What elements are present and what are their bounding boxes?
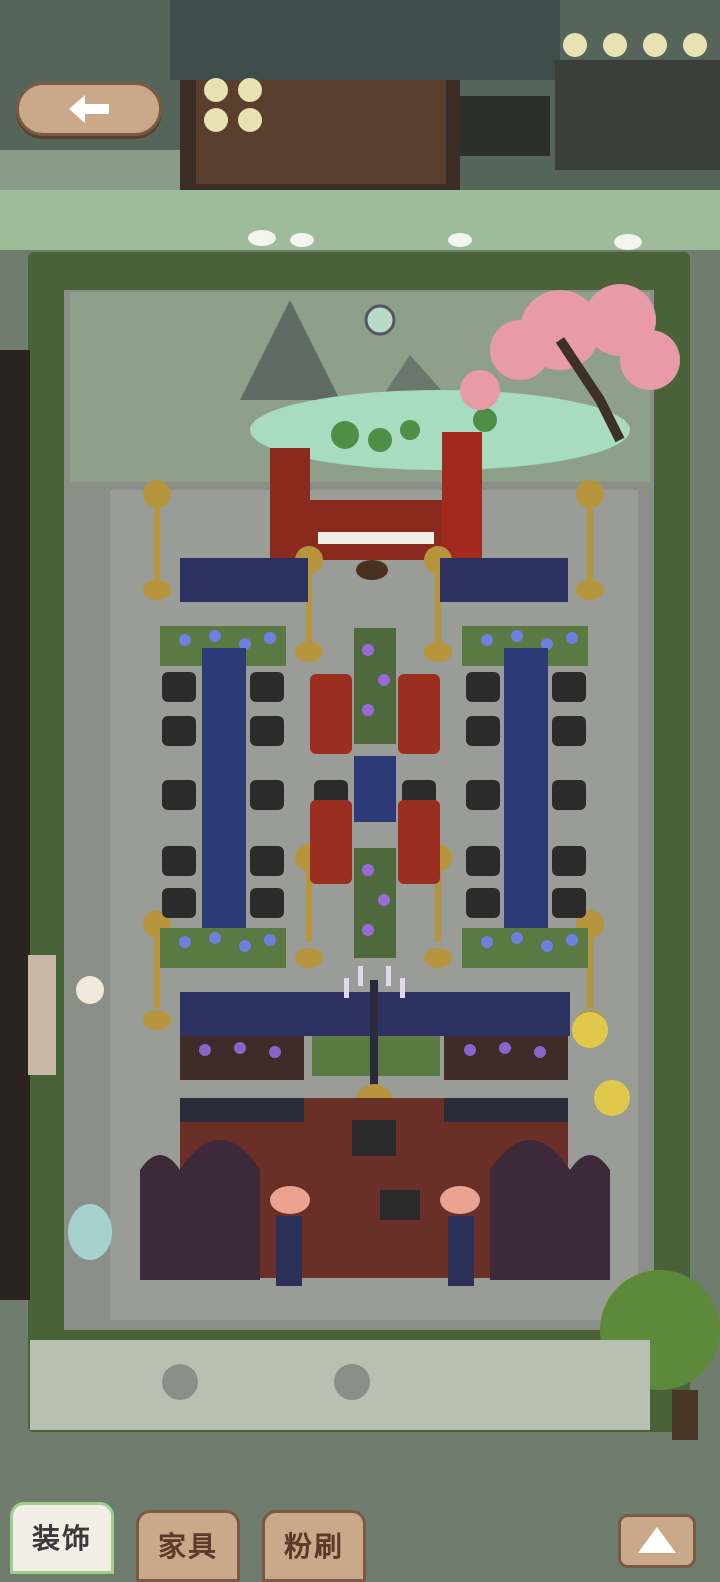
triangle-up-icon xyxy=(638,1527,676,1553)
tab-decorate-label: 装饰 xyxy=(31,1522,92,1555)
rock-garden xyxy=(70,284,680,482)
back-button[interactable] xyxy=(16,82,162,136)
tab-furniture-label: 家具 xyxy=(157,1530,218,1563)
tab-decorate[interactable]: 装饰 xyxy=(10,1502,114,1574)
gothic-area xyxy=(140,1098,610,1286)
tab-paint-label: 粉刷 xyxy=(283,1530,344,1563)
game-scene[interactable] xyxy=(0,0,720,1560)
tab-furniture[interactable]: 家具 xyxy=(136,1510,240,1582)
tab-paint[interactable]: 粉刷 xyxy=(262,1510,366,1582)
arrow-left-icon xyxy=(69,95,109,123)
